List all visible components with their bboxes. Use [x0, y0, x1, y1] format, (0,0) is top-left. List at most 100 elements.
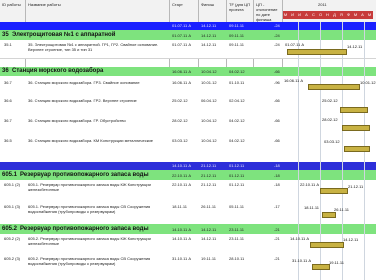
month-cell: Д: [331, 11, 338, 19]
finish-cell: 21.12.11: [201, 173, 217, 178]
gantt-bar[interactable]: [342, 125, 370, 131]
finish-cell: 14.12.11: [201, 33, 217, 38]
gantt-bar[interactable]: [322, 212, 336, 218]
month-cell: О: [317, 11, 324, 19]
gantt-bar[interactable]: [320, 188, 348, 194]
task-name: 36. Станция морского водозабора. ГР3. Св…: [28, 80, 140, 85]
month-cell: А: [359, 11, 366, 19]
cp-cell: -18: [274, 163, 280, 168]
cp-cell: -17: [274, 204, 280, 209]
task-name: 36. Станция морского водозабора. ГР. Обу…: [28, 118, 126, 123]
cp-cell: -24: [274, 33, 280, 38]
month-cell: И: [296, 11, 303, 19]
month-cell: Н: [324, 11, 331, 19]
cp-cell: -96: [274, 80, 280, 85]
tf-cell: 05.11.11: [229, 204, 244, 209]
bar-end-label: 19.11.11: [329, 260, 344, 265]
task-id: 605.1 (3): [4, 204, 21, 209]
start-cell: 01.07.11 А: [172, 42, 192, 47]
tf-column-header[interactable]: TF (для ЦП проекта: [229, 2, 255, 12]
month-cell: А: [303, 11, 310, 19]
finish-cell: 19.11.11: [201, 256, 216, 261]
start-cell: 01.07.11 А: [172, 33, 192, 38]
task-id: 605.1 (2): [4, 182, 21, 187]
task-id: 605.2 (2): [4, 236, 21, 241]
tf-cell: 01.12.11: [229, 173, 245, 178]
gantt-bar[interactable]: [340, 107, 368, 113]
cp-cell: -18: [274, 182, 280, 187]
start-cell: 14.10.11 А: [172, 236, 192, 241]
bar-start-label: 25.02.12: [322, 98, 338, 103]
cp-cell: -24: [274, 23, 280, 28]
group-title: Станция морского водозабора: [12, 68, 104, 74]
gantt-sheet: ID работы Название работы Старт Финиш TF…: [0, 0, 376, 280]
finish-cell: 21.12.11: [201, 163, 217, 168]
bar-start-label: 16.06.11 А: [284, 78, 304, 83]
start-cell: 31.10.11 А: [172, 256, 192, 261]
bar-end-label: 14.12.11: [347, 44, 363, 49]
bar-start-label: 28.02.12: [322, 117, 338, 122]
tf-cell: 23.11.11: [229, 227, 244, 232]
name-column-header[interactable]: Название работы: [28, 2, 61, 7]
cp-column-header[interactable]: ЦП - отклонение по дате финиша: [256, 2, 282, 22]
month-cell: И: [289, 11, 296, 19]
gantt-bar[interactable]: [310, 242, 344, 248]
cp-cell: -21: [274, 236, 280, 241]
task-name: 605.1. Резервуар противопожарного запаса…: [28, 204, 151, 214]
bar-start-label: 18.11.11: [304, 205, 319, 210]
tf-cell: 04.02.12: [229, 138, 245, 143]
month-cell: Я: [338, 11, 345, 19]
bar-end-label: 14.12.11: [343, 237, 359, 242]
bar-end-label: 10.01.12: [360, 80, 376, 85]
gantt-bar[interactable]: [287, 49, 347, 55]
finish-cell: 14.12.11: [201, 227, 217, 232]
bar-end-label: 21.12.11: [348, 184, 364, 189]
finish-cell: 10.04.12: [201, 118, 217, 123]
gantt-bar[interactable]: [308, 84, 360, 90]
cp-cell: -21: [274, 227, 280, 232]
task-name: 36. Станция морского водозабора. КМ Конс…: [28, 138, 153, 143]
task-name: 605.2. Резервуар противопожарного запаса…: [28, 236, 151, 246]
group-title: Резервуар противопожарного запаса воды: [20, 172, 149, 178]
start-cell: 22.10.11 А: [172, 173, 192, 178]
finish-cell: 10.04.12: [201, 138, 217, 143]
month-cell: Ф: [345, 11, 352, 19]
finish-cell: 14.12.11: [201, 42, 217, 47]
bar-start-label: 14.10.11 А: [290, 236, 310, 241]
month-cell: М: [282, 11, 289, 19]
finish-column-header[interactable]: Финиш: [201, 2, 214, 7]
cp-cell: -21: [274, 256, 280, 261]
task-name: 36. Станция морского водозабора. ГР2. Ве…: [28, 98, 137, 103]
finish-cell: 14.12.11: [201, 23, 217, 28]
tf-cell: 01.12.11: [229, 163, 245, 168]
finish-cell: 21.12.11: [201, 182, 217, 187]
id-column-header[interactable]: ID работы: [2, 2, 21, 7]
gantt-chart: 01.07.11 А 14.12.11 16.06.11 А 10.01.12 …: [282, 22, 376, 280]
start-cell: 28.02.12: [172, 118, 188, 123]
start-cell: 22.10.11 А: [172, 182, 192, 187]
start-cell: 18.11.11: [172, 204, 187, 209]
group-id: 35: [2, 32, 9, 38]
task-id: 36.6: [4, 98, 12, 103]
tf-cell: 01.10.11: [229, 80, 245, 85]
start-column-header[interactable]: Старт: [172, 2, 183, 7]
group-id: 605.2: [2, 226, 18, 232]
cp-cell: -18: [274, 173, 280, 178]
gantt-bar[interactable]: [312, 264, 330, 270]
finish-cell: 10.04.12: [201, 69, 217, 74]
finish-cell: 06.04.12: [201, 98, 217, 103]
bar-start-label: 22.10.11 А: [300, 182, 320, 187]
start-cell: 01.07.11 А: [172, 23, 192, 28]
group-title: Резервуар противопожарного запаса воды: [20, 226, 149, 232]
tf-cell: 23.11.11: [229, 236, 244, 241]
start-cell: 16.06.11 А: [172, 69, 192, 74]
gantt-bar[interactable]: [344, 146, 370, 152]
finish-cell: 26.11.11: [201, 204, 216, 209]
start-cell: 14.10.11 А: [172, 227, 192, 232]
table-header: ID работы Название работы Старт Финиш TF…: [0, 0, 376, 23]
cp-cell: -66: [274, 98, 280, 103]
tf-cell: 09.11.11: [229, 33, 244, 38]
cp-cell: -24: [274, 42, 280, 47]
tf-cell: 09.11.11: [229, 42, 244, 47]
bar-start-label: 01.07.11 А: [285, 42, 305, 47]
